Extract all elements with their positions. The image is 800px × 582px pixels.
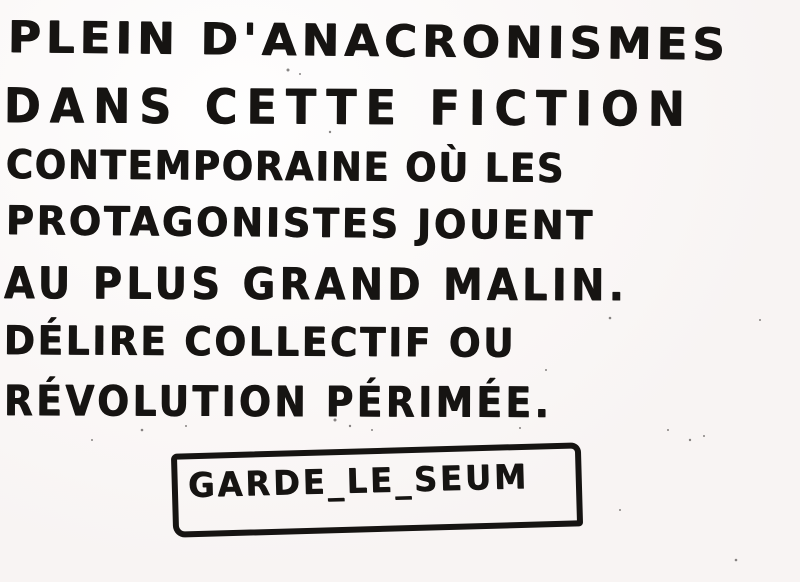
note-line-5: AU PLUS GRAND MALIN. (3, 258, 629, 312)
handwritten-note-sheet: PLEIN D'ANACRONISMES DANS CETTE FICTION … (0, 0, 800, 582)
note-line-3: CONTEMPORAINE OÙ LES (5, 142, 566, 192)
note-line-6: DÉLIRE COLLECTIF OU (3, 318, 517, 367)
note-line-2: DANS CETTE FICTION (3, 78, 695, 138)
note-line-4: PROTAGONISTES JOUENT (5, 198, 596, 250)
note-line-7: RÉVOLUTION PÉRIMÉE. (3, 376, 553, 427)
note-line-1: PLEIN D'ANACRONISMES (7, 12, 731, 71)
